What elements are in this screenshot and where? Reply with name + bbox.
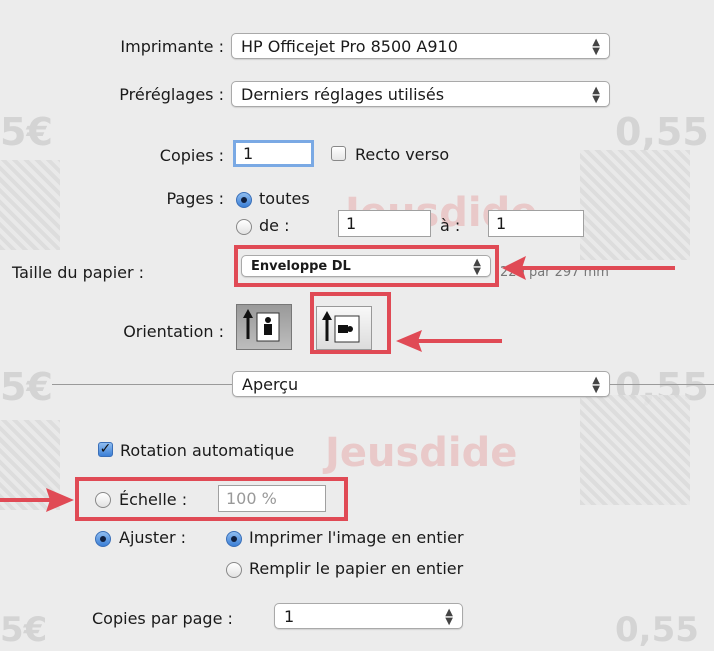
pages-from-input[interactable]: 1 xyxy=(338,210,431,237)
background-qr-pattern xyxy=(580,150,690,260)
updown-arrows-icon: ▲ ▼ xyxy=(592,375,600,395)
section-select[interactable]: Aperçu ▲ ▼ xyxy=(232,371,610,397)
fit-whole-image-label: Imprimer l'image en entier xyxy=(249,528,464,547)
section-divider xyxy=(610,384,714,385)
copies-input[interactable]: 1 xyxy=(233,140,314,167)
background-stamp-value: 5€ xyxy=(0,365,53,409)
copies-per-page-value: 1 xyxy=(284,607,295,626)
background-stamp-value: 0,55 xyxy=(615,110,709,154)
copies-per-page-label: Copies par page : xyxy=(92,609,233,628)
portrait-orientation-icon xyxy=(243,309,280,342)
fill-paper-radio[interactable] xyxy=(226,562,242,578)
updown-arrows-icon: ▲ ▼ xyxy=(445,607,453,627)
fit-label: Ajuster : xyxy=(119,528,187,547)
pages-all-radio[interactable] xyxy=(236,192,252,208)
section-value: Aperçu xyxy=(242,375,299,394)
portrait-orientation-button[interactable] xyxy=(236,304,292,350)
background-stamp-value: 5€ xyxy=(0,610,48,650)
printer-value: HP Officejet Pro 8500 A910 xyxy=(241,37,458,56)
copies-label: Copies : xyxy=(159,146,224,165)
pages-label: Pages : xyxy=(166,189,224,208)
auto-rotate-checkbox[interactable]: ✓ xyxy=(98,442,113,457)
pages-from-label: de : xyxy=(259,216,290,235)
pages-to-input[interactable]: 1 xyxy=(488,210,584,237)
presets-label: Préréglages : xyxy=(119,85,224,104)
fit-radio[interactable] xyxy=(95,531,111,547)
duplex-checkbox[interactable] xyxy=(331,146,346,161)
section-divider xyxy=(52,384,232,385)
presets-value: Derniers réglages utilisés xyxy=(241,85,445,104)
auto-rotate-label: Rotation automatique xyxy=(120,441,295,460)
printer-label: Imprimante : xyxy=(120,37,224,56)
annotation-arrow-icon xyxy=(0,488,74,512)
pages-range-radio[interactable] xyxy=(236,219,252,235)
background-stamp-pattern xyxy=(0,160,60,250)
duplex-label: Recto verso xyxy=(355,145,450,164)
updown-arrows-icon: ▲ ▼ xyxy=(592,85,600,105)
annotation-arrow-icon xyxy=(502,256,675,280)
copies-per-page-select[interactable]: 1 ▲ ▼ xyxy=(274,603,463,629)
fill-paper-label: Remplir le papier en entier xyxy=(249,559,464,578)
updown-arrows-icon: ▲ ▼ xyxy=(592,37,600,57)
orientation-label: Orientation : xyxy=(123,322,224,341)
fit-whole-image-radio[interactable] xyxy=(226,531,242,547)
annotation-highlight-box xyxy=(75,477,348,521)
annotation-highlight-box xyxy=(234,245,499,287)
pages-to-label: à : xyxy=(440,216,461,235)
annotation-highlight-box xyxy=(310,292,391,354)
background-stamp-value: 0,55 xyxy=(615,610,699,650)
background-watermark: Jeusdide xyxy=(325,430,518,476)
background-stamp-value: 5€ xyxy=(0,110,53,154)
pages-all-label: toutes xyxy=(259,189,310,208)
annotation-arrow-icon xyxy=(396,330,502,352)
paper-size-label: Taille du papier : xyxy=(12,263,145,282)
background-qr-pattern xyxy=(580,395,690,505)
presets-select[interactable]: Derniers réglages utilisés ▲ ▼ xyxy=(231,81,610,107)
printer-select[interactable]: HP Officejet Pro 8500 A910 ▲ ▼ xyxy=(231,33,610,59)
